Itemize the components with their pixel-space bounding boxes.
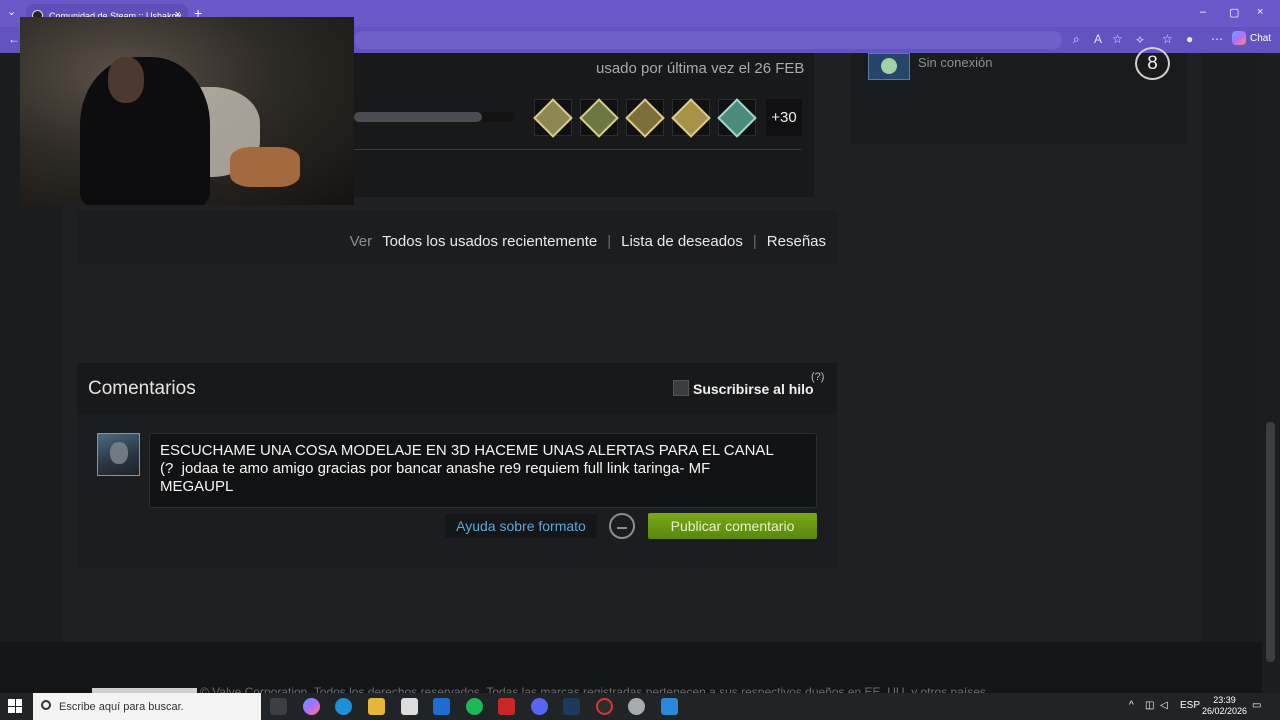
friend-status: Sin conexión bbox=[918, 55, 993, 70]
achievement-progress-fill bbox=[354, 112, 482, 122]
language-indicator[interactable]: ESP bbox=[1180, 700, 1200, 711]
friend-avatar[interactable] bbox=[868, 53, 910, 80]
obs-icon[interactable] bbox=[596, 698, 613, 715]
address-bar[interactable] bbox=[354, 31, 1062, 49]
profile-avatar-icon[interactable]: ● bbox=[1186, 32, 1193, 46]
zoom-icon[interactable]: ⌕ bbox=[1073, 32, 1080, 47]
friend-level-badge[interactable]: 8 bbox=[1135, 47, 1170, 80]
achievement-icon[interactable] bbox=[579, 97, 619, 138]
file-explorer-icon[interactable] bbox=[368, 698, 385, 715]
volume-icon[interactable]: ◁ bbox=[1160, 700, 1168, 711]
reviews-link[interactable]: Reseñas bbox=[767, 233, 826, 250]
profile-links-row: Ver Todos los usados recientemente | Lis… bbox=[77, 210, 837, 265]
formatting-help-link[interactable]: Ayuda sobre formato bbox=[445, 514, 597, 538]
clock-time: 23:39 bbox=[1213, 695, 1236, 705]
tab-actions-chevron-icon[interactable]: ⌄ bbox=[7, 5, 16, 18]
view-label: Ver bbox=[349, 233, 373, 250]
tray-chevron-icon[interactable]: ^ bbox=[1129, 700, 1134, 711]
task-view-icon[interactable] bbox=[270, 698, 287, 715]
footer-copyright: © Valve Corporation. Todos los derechos … bbox=[200, 685, 990, 693]
copilot-taskbar-icon[interactable] bbox=[303, 698, 320, 715]
store-icon[interactable] bbox=[401, 698, 418, 715]
minimize-button[interactable]: ‒ bbox=[1200, 6, 1206, 18]
back-icon[interactable]: ← bbox=[8, 32, 20, 46]
notifications-icon[interactable]: ▭ bbox=[1252, 700, 1261, 711]
spotify-icon[interactable] bbox=[466, 698, 483, 715]
comment-textarea[interactable]: ESCUCHAME UNA COSA MODELAJE EN 3D HACEME… bbox=[149, 433, 817, 508]
wishlist-link[interactable]: Lista de deseados bbox=[621, 233, 743, 250]
recently-played-link[interactable]: Todos los usados recientemente bbox=[382, 233, 597, 250]
card-divider bbox=[354, 149, 801, 150]
achievement-icon[interactable] bbox=[625, 97, 665, 138]
achievement-icon[interactable] bbox=[717, 97, 757, 138]
clock-date: 26/02/2026 bbox=[1202, 706, 1248, 716]
taskbar-clock[interactable]: 23:39 26/02/2026 bbox=[1202, 695, 1247, 717]
windows-start-icon[interactable] bbox=[8, 699, 22, 713]
more-achievements-badge[interactable]: +30 bbox=[766, 99, 802, 136]
publish-comment-button[interactable]: Publicar comentario bbox=[648, 513, 817, 539]
user-avatar[interactable] bbox=[97, 433, 140, 476]
achievement-icon[interactable] bbox=[671, 97, 711, 138]
discord-icon[interactable] bbox=[531, 698, 548, 715]
network-icon[interactable]: ◫ bbox=[1145, 700, 1154, 711]
steam-taskbar-icon[interactable] bbox=[563, 698, 580, 715]
photos-icon[interactable] bbox=[661, 698, 678, 715]
chat-label: Chat bbox=[1250, 32, 1272, 44]
more-menu-icon[interactable]: ⋯ bbox=[1211, 32, 1223, 46]
subscribe-label[interactable]: Suscribirse al hilo bbox=[693, 381, 814, 397]
voicemeeter-icon[interactable] bbox=[498, 698, 515, 715]
taskbar-search-box[interactable]: Escribe aquí para buscar. bbox=[33, 693, 261, 720]
extensions-icon[interactable]: ⟡ bbox=[1136, 32, 1144, 47]
read-aloud-icon[interactable]: A bbox=[1094, 32, 1102, 46]
subscribe-help-link[interactable]: (?) bbox=[811, 371, 824, 383]
mail-icon[interactable] bbox=[433, 698, 450, 715]
close-window-button[interactable]: × bbox=[1257, 6, 1263, 18]
maximize-button[interactable]: ▢ bbox=[1229, 6, 1239, 19]
emoticon-picker-icon[interactable] bbox=[609, 513, 635, 539]
webcam-overlay bbox=[20, 17, 354, 205]
favorites-icon[interactable]: ☆ bbox=[1162, 32, 1173, 46]
last-played-text: usado por última vez el 26 FEB bbox=[596, 60, 805, 77]
achievement-icon[interactable] bbox=[533, 97, 573, 138]
search-icon bbox=[41, 700, 51, 710]
app-icon[interactable] bbox=[628, 698, 645, 715]
link-separator: | bbox=[752, 233, 757, 250]
link-separator: | bbox=[607, 233, 612, 250]
copilot-icon bbox=[1232, 31, 1246, 45]
subscribe-checkbox[interactable] bbox=[673, 380, 689, 396]
comments-title: Comentarios bbox=[88, 378, 196, 399]
edge-icon[interactable] bbox=[335, 698, 352, 715]
scrollbar-thumb[interactable] bbox=[1266, 422, 1275, 662]
taskbar-search-placeholder: Escribe aquí para buscar. bbox=[59, 700, 184, 713]
achievement-progress-bar bbox=[354, 112, 514, 122]
favorite-star-icon[interactable]: ☆ bbox=[1112, 32, 1123, 46]
copilot-chat-button[interactable]: Chat bbox=[1232, 31, 1271, 45]
